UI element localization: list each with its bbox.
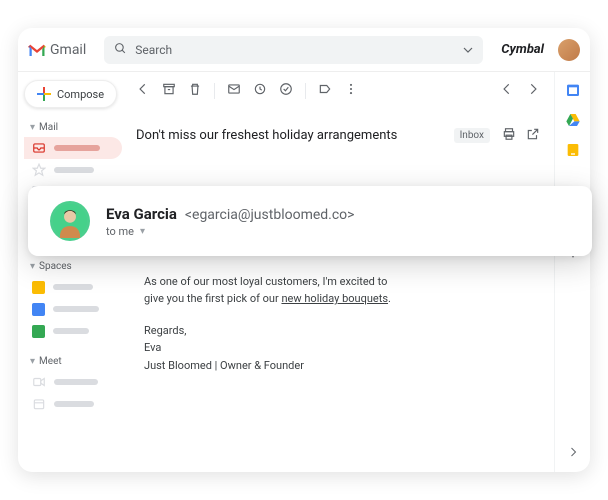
signature: Regards, Eva Just Bloomed | Owner & Foun… [144,322,404,375]
snooze-icon[interactable] [253,82,267,100]
mark-unread-icon[interactable] [227,82,241,100]
sender-avatar[interactable] [50,201,90,241]
space-color-icon [32,303,45,316]
gmail-icon [28,43,46,57]
message-subject: Don't miss our freshest holiday arrangem… [136,128,442,143]
body: Compose ▾ Mail [18,72,590,472]
search-input[interactable]: Search [104,36,483,64]
keep-app-icon[interactable] [565,142,581,158]
inbox-icon [32,141,46,155]
sidebar-item-label-placeholder [53,328,89,334]
back-icon[interactable] [136,82,150,100]
account-avatar[interactable] [558,39,580,61]
star-icon [32,163,46,177]
inbox-chip[interactable]: Inbox [454,128,490,143]
hide-panel-icon[interactable] [567,443,579,462]
sidebar-item-label-placeholder [53,284,93,290]
sidebar-item-inbox[interactable] [24,137,122,159]
sidebar-item-label-placeholder [54,379,98,385]
sender-info: Eva Garcia <egarcia@justbloomed.co> to m… [106,205,355,238]
video-icon [32,375,46,389]
calendar-icon [32,397,46,411]
mail-section-header[interactable]: ▾ Mail [24,118,122,137]
search-options-caret-icon[interactable] [463,40,473,59]
archive-icon[interactable] [162,82,176,100]
print-icon[interactable] [502,126,516,145]
subject-row: Don't miss our freshest holiday arrangem… [136,112,540,155]
open-new-icon[interactable] [526,126,540,145]
newer-icon[interactable] [526,82,540,100]
recipient-dropdown[interactable]: to me ▾ [106,225,355,238]
plus-icon [37,87,51,101]
caret-down-icon: ▾ [30,261,35,272]
sidebar-meet-item[interactable] [24,393,122,415]
sender-name: Eva Garcia [106,205,177,223]
topbar: Gmail Search Cymbal [18,28,590,72]
chevron-down-icon: ▾ [140,226,145,237]
gmail-logo[interactable]: Gmail [28,42,86,58]
sidebar-space-item[interactable] [24,298,122,320]
body-paragraph: As one of our most loyal customers, I'm … [144,273,404,308]
older-icon[interactable] [500,82,514,100]
delete-icon[interactable] [188,82,202,100]
space-color-icon [32,325,45,338]
sidebar-item-label-placeholder [54,167,94,173]
search-placeholder: Search [135,43,463,57]
compose-label: Compose [57,88,104,101]
label-icon[interactable] [318,82,332,100]
meet-section-header[interactable]: ▾ Meet [24,352,122,371]
sidebar-item-starred[interactable] [24,159,122,181]
brand-label: Cymbal [501,42,544,57]
more-icon[interactable] [344,82,358,100]
sidebar-meet-item[interactable] [24,371,122,393]
caret-down-icon: ▾ [30,122,35,133]
message-toolbar [136,82,540,112]
sidebar-item-label-placeholder [54,401,94,407]
sidebar-space-item[interactable] [24,320,122,342]
sidebar: Compose ▾ Mail [18,72,128,472]
sender-card: Eva Garcia <egarcia@justbloomed.co> to m… [28,186,592,256]
main-panel: Don't miss our freshest holiday arrangem… [128,72,554,472]
calendar-app-icon[interactable] [565,82,581,98]
caret-down-icon: ▾ [30,356,35,367]
add-task-icon[interactable] [279,82,293,100]
holiday-bouquets-link[interactable]: new holiday bouquets [281,292,388,305]
sidebar-space-item[interactable] [24,276,122,298]
sidebar-item-label-placeholder [53,306,99,312]
spaces-section-header[interactable]: ▾ Spaces [24,257,122,276]
compose-button[interactable]: Compose [24,80,117,108]
side-panel [554,72,590,472]
sidebar-item-label-placeholder [54,145,100,151]
space-color-icon [32,281,45,294]
sender-email: <egarcia@justbloomed.co> [185,207,355,223]
app-name: Gmail [50,42,86,58]
drive-app-icon[interactable] [565,112,581,128]
search-icon [114,40,127,59]
